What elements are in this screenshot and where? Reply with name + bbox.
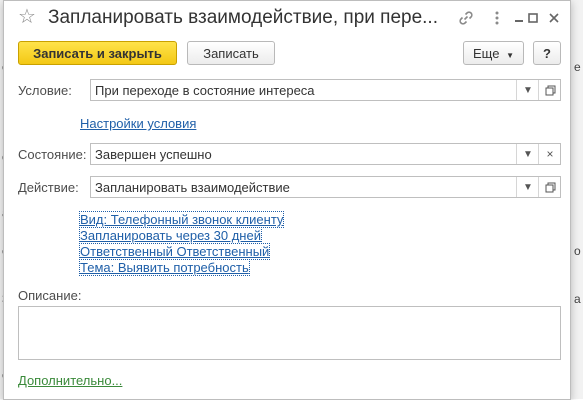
more-vert-icon[interactable] (488, 9, 506, 27)
more-menu-button[interactable]: Еще ▼ (463, 41, 524, 65)
action-dropdown-button[interactable]: ▼ (516, 177, 539, 197)
close-icon[interactable] (545, 9, 563, 27)
maximize-icon[interactable] (524, 9, 542, 27)
state-value: Завершен успешно (95, 147, 212, 162)
save-button[interactable]: Записать (187, 41, 275, 65)
more-vert-glyph (495, 11, 499, 25)
state-field[interactable]: Завершен успешно ▼ × (90, 143, 561, 165)
star-icon[interactable]: ☆ (18, 7, 36, 27)
action-field[interactable]: Запланировать взаимодействие ▼ (90, 176, 561, 198)
window-title: Запланировать взаимодействие, при пере..… (48, 7, 438, 28)
open-window-icon (545, 85, 555, 95)
condition-open-button[interactable] (538, 80, 561, 100)
close-glyph (549, 13, 559, 23)
action-schedule-link[interactable]: Запланировать через 30 дней (79, 227, 262, 244)
action-value: Запланировать взаимодействие (95, 180, 290, 195)
command-bar: Записать и закрыть Записать Еще ▼ ? (4, 39, 570, 69)
action-open-button[interactable] (538, 177, 561, 197)
chevron-down-icon: ▼ (523, 84, 533, 96)
background-text-fragment: а (574, 292, 581, 306)
title-bar: ☆ Запланировать взаимодействие, при пере… (4, 1, 570, 37)
background-text-fragment: о (574, 244, 581, 258)
open-window-icon (545, 182, 555, 192)
background-text-fragment: е (574, 60, 581, 74)
state-dropdown-button[interactable]: ▼ (516, 144, 539, 164)
action-label: Действие: (18, 180, 79, 195)
state-label: Состояние: (18, 147, 87, 162)
condition-dropdown-button[interactable]: ▼ (516, 80, 539, 100)
chevron-down-icon: ▼ (523, 148, 533, 160)
dropdown-arrow-icon: ▼ (506, 51, 514, 60)
condition-field[interactable]: При переходе в состояние интереса ▼ (90, 79, 561, 101)
save-and-close-button[interactable]: Записать и закрыть (18, 41, 177, 65)
condition-settings-link[interactable]: Настройки условия (80, 116, 196, 131)
clear-icon: × (546, 147, 554, 161)
condition-value: При переходе в состояние интереса (95, 83, 315, 98)
chevron-down-icon: ▼ (523, 181, 533, 193)
dialog-window: ☆ Запланировать взаимодействие, при пере… (3, 0, 571, 400)
condition-label: Условие: (18, 83, 72, 98)
state-clear-button[interactable]: × (538, 144, 561, 164)
link-icon[interactable] (457, 9, 475, 27)
help-button[interactable]: ? (533, 41, 561, 65)
link-icon-glyph (459, 11, 473, 25)
action-type-link[interactable]: Вид: Телефонный звонок клиенту (78, 211, 285, 228)
description-label: Описание: (18, 288, 82, 303)
additional-link[interactable]: Дополнительно... (18, 373, 122, 388)
action-topic-link[interactable]: Тема: Выявить потребность (79, 259, 250, 276)
description-textarea[interactable] (18, 306, 561, 360)
more-menu-label: Еще (473, 46, 500, 61)
maximize-glyph (528, 13, 538, 23)
action-responsible-link[interactable]: Ответственный Ответственный (78, 243, 271, 260)
